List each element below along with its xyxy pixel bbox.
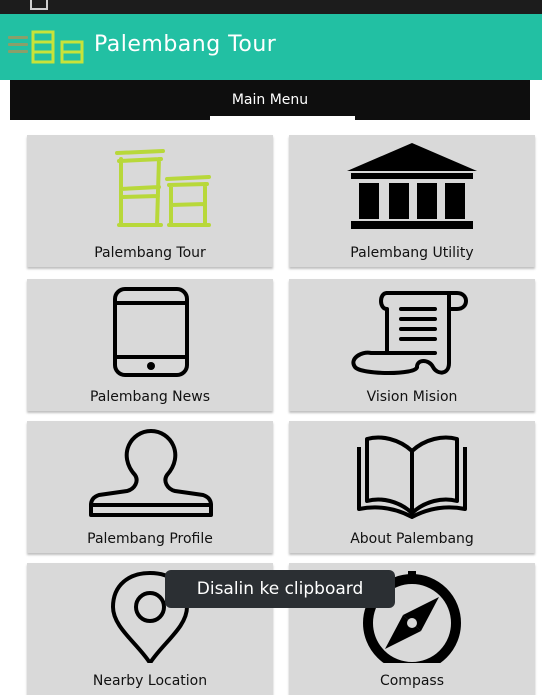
tab-bar: Main Menu bbox=[10, 80, 530, 120]
menu-tile-label: About Palembang bbox=[350, 531, 474, 547]
menu-tile-vision-mision[interactable]: Vision Mision bbox=[289, 279, 535, 411]
menu-icon[interactable] bbox=[8, 36, 28, 56]
app-bar: Palembang Tour bbox=[0, 14, 542, 80]
menu-tile-label: Compass bbox=[379, 673, 445, 689]
open-book-icon bbox=[357, 435, 467, 519]
menu-tile-palembang-utility[interactable]: Palembang Utility bbox=[289, 135, 535, 267]
menu-tile-palembang-profile[interactable]: Palembang Profile bbox=[27, 421, 273, 553]
bank-icon bbox=[347, 143, 477, 229]
toast-message: Disalin ke clipboard bbox=[165, 570, 395, 608]
stamp-icon bbox=[89, 429, 213, 517]
tab-main-menu[interactable]: Main Menu bbox=[10, 92, 530, 108]
menu-tile-label: Palembang Tour bbox=[94, 245, 206, 261]
scroll-icon bbox=[351, 291, 468, 375]
tab-indicator bbox=[210, 116, 355, 120]
buildings-logo-icon bbox=[31, 30, 84, 64]
menu-tile-label: Vision Mision bbox=[366, 389, 458, 405]
smartphone-icon bbox=[113, 287, 189, 377]
menu-tile-label: Nearby Location bbox=[92, 673, 208, 689]
menu-tile-palembang-news[interactable]: Palembang News bbox=[27, 279, 273, 411]
app-title: Palembang Tour bbox=[94, 32, 277, 57]
menu-tile-about-palembang[interactable]: About Palembang bbox=[289, 421, 535, 553]
menu-tile-label: Palembang News bbox=[89, 389, 211, 405]
status-bar bbox=[0, 0, 542, 14]
buildings-icon bbox=[115, 149, 211, 227]
status-icon bbox=[30, 0, 48, 10]
menu-tile-palembang-tour[interactable]: Palembang Tour bbox=[27, 135, 273, 267]
menu-tile-label: Palembang Profile bbox=[87, 531, 213, 547]
menu-tile-label: Palembang Utility bbox=[350, 245, 474, 261]
